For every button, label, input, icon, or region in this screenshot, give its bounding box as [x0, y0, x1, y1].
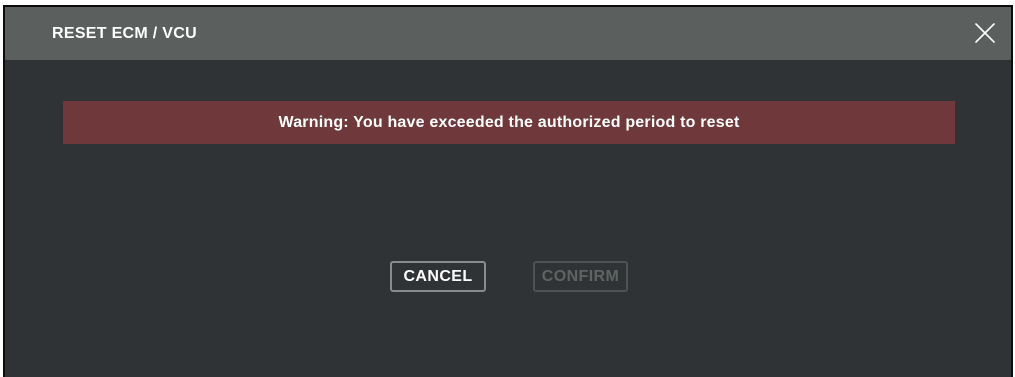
dialog-title: RESET ECM / VCU — [52, 25, 197, 42]
confirm-button: CONFIRM — [533, 261, 628, 292]
close-button[interactable] — [973, 21, 997, 45]
warning-banner: Warning: You have exceeded the authorize… — [63, 101, 955, 144]
close-icon — [975, 23, 995, 43]
dialog-titlebar: RESET ECM / VCU — [5, 7, 1011, 60]
warning-message: Warning: You have exceeded the authorize… — [278, 113, 740, 131]
reset-dialog: RESET ECM / VCU Warning: You have exceed… — [3, 5, 1013, 377]
cancel-button[interactable]: CANCEL — [390, 261, 486, 292]
